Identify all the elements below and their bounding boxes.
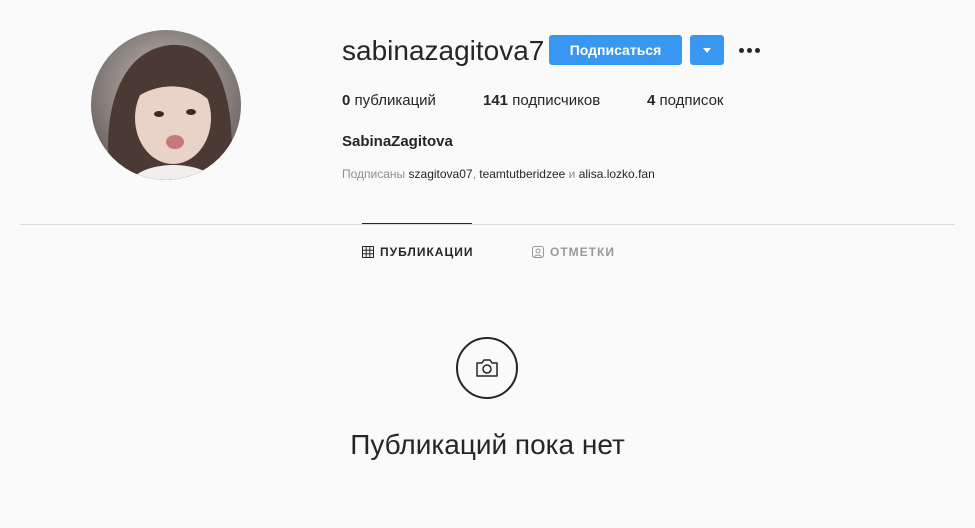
full-name: SabinaZagitova xyxy=(342,133,453,150)
profile-page: sabinazagitova7 Подписаться 0 публикаций… xyxy=(0,0,975,528)
username: sabinazagitova7 xyxy=(342,35,545,66)
more-options-button[interactable] xyxy=(735,35,763,65)
profile-photo xyxy=(91,30,241,180)
ellipsis-icon xyxy=(738,47,744,53)
following-count: 4 xyxy=(647,92,656,109)
followers-count: 141 xyxy=(483,92,509,109)
followed-by-separator: , xyxy=(472,167,476,181)
followed-by-user[interactable]: alisa.lozko.fan xyxy=(579,167,655,181)
tab-tagged[interactable]: ОТМЕТКИ xyxy=(532,244,615,260)
following-label: подписок xyxy=(659,92,724,109)
followers-stat[interactable]: 141 подписчиков xyxy=(483,91,600,111)
tabs-divider xyxy=(20,224,955,225)
active-tab-indicator xyxy=(362,223,472,224)
tagged-user-icon xyxy=(532,246,544,258)
triangle-down-icon xyxy=(703,47,711,53)
followed-by-prefix: Подписаны xyxy=(342,167,406,181)
followers-label: подписчиков xyxy=(512,92,601,109)
posts-count: 0 xyxy=(342,92,351,109)
suggestions-dropdown-button[interactable] xyxy=(690,35,724,65)
empty-state-camera xyxy=(456,337,518,399)
tab-tagged-label: ОТМЕТКИ xyxy=(550,245,615,259)
posts-stat: 0 публикаций xyxy=(342,91,436,111)
tab-posts-label: ПУБЛИКАЦИИ xyxy=(380,245,474,259)
followed-by-user[interactable]: szagitova07 xyxy=(409,167,473,181)
following-stat[interactable]: 4 подписок xyxy=(647,91,723,111)
followed-by[interactable]: Подписаны szagitova07, teamtutberidzee и… xyxy=(342,166,655,182)
followed-by-user[interactable]: teamtutberidzee xyxy=(479,167,565,181)
grid-icon xyxy=(362,246,374,258)
follow-button[interactable]: Подписаться xyxy=(549,35,682,65)
followed-by-conjunction: и xyxy=(568,167,576,181)
posts-label: публикаций xyxy=(354,92,436,109)
tab-posts[interactable]: ПУБЛИКАЦИИ xyxy=(362,244,473,260)
avatar[interactable] xyxy=(91,30,241,180)
camera-icon xyxy=(476,359,498,377)
empty-state-message: Публикаций пока нет xyxy=(350,429,625,460)
